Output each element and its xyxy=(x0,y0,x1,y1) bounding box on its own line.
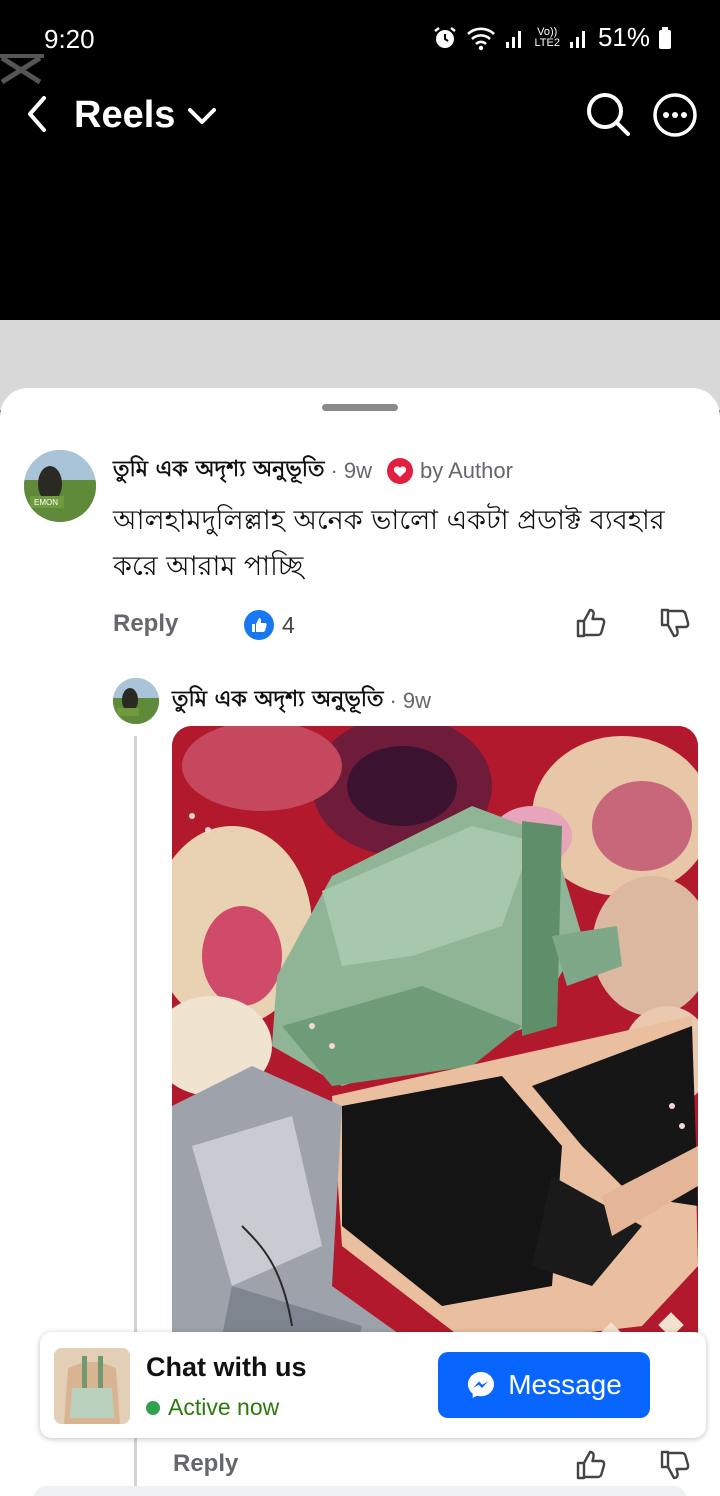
comment-composer-edge[interactable] xyxy=(34,1486,686,1496)
signal-icon xyxy=(506,30,522,48)
status-icons: Vo)) LTE2 51% xyxy=(432,22,672,53)
comments-sheet: EMON তুমি এক অদৃশ্য অনুভূতি · 9w by Auth… xyxy=(0,388,720,1496)
like-reaction-icon xyxy=(244,610,274,640)
author-badge: by Author xyxy=(419,457,513,483)
comment-age: 9w xyxy=(343,457,372,483)
status-bar: 9:20 Vo)) LTE2 51% xyxy=(0,0,720,70)
signal-icon-2 xyxy=(569,30,585,48)
battery-icon xyxy=(659,26,671,49)
chat-thumbnail xyxy=(54,1348,130,1424)
reply-header: তুমি এক অদৃশ্য অনুভূতি · 9w xyxy=(172,682,431,719)
reply-age: 9w xyxy=(402,687,431,713)
like-count: 4 xyxy=(282,611,295,638)
alarm-icon xyxy=(434,26,457,48)
thumbs-down-icon-2[interactable] xyxy=(658,1448,692,1482)
comment-separator: · xyxy=(330,457,338,483)
network-type-icon: Vo)) LTE2 xyxy=(534,25,560,49)
message-button[interactable]: Message xyxy=(438,1352,650,1418)
thumbs-down-icon[interactable] xyxy=(658,606,692,640)
comment-avatar[interactable]: EMON xyxy=(24,450,96,522)
reaction-summary[interactable]: 4 xyxy=(244,610,295,640)
reply-avatar[interactable] xyxy=(113,678,159,724)
reply-photo[interactable] xyxy=(172,726,698,1422)
chevron-down-icon xyxy=(188,107,217,124)
back-arrow-icon[interactable] xyxy=(22,92,52,136)
comment-text: আলহামদুলিল্লাহ অনেক ভালো একটা প্রডাক্ট ব… xyxy=(113,505,665,582)
sheet-drag-handle[interactable] xyxy=(322,404,398,411)
status-time: 9:20 xyxy=(44,24,95,54)
reply-author[interactable]: তুমি এক অদৃশ্য অনুভূতি xyxy=(172,682,384,719)
messenger-icon xyxy=(468,1372,495,1398)
wifi-icon xyxy=(467,27,496,50)
thumbs-up-icon[interactable] xyxy=(574,606,608,640)
active-dot-icon xyxy=(146,1400,160,1415)
comment-header: তুমি এক অদৃশ্য অনুভূতি · 9w by Author xyxy=(113,452,513,489)
chat-status-text: Active now xyxy=(168,1394,280,1420)
comment-author[interactable]: তুমি এক অদৃশ্য অনুভূতি xyxy=(113,452,325,489)
battery-percent: 51% xyxy=(597,22,650,52)
page-title: Reels xyxy=(74,94,176,136)
top-bar: Reels xyxy=(0,72,720,162)
reply-separator: · xyxy=(389,687,397,713)
avatar-caption: EMON xyxy=(34,498,58,507)
chat-title: Chat with us xyxy=(146,1352,307,1382)
chat-status: Active now xyxy=(146,1394,279,1421)
reply-button-2[interactable]: Reply xyxy=(173,1450,238,1478)
message-button-label: Message xyxy=(508,1369,622,1400)
reels-title-dropdown[interactable]: Reels xyxy=(74,94,219,137)
heart-badge-icon xyxy=(386,457,413,484)
more-options-icon[interactable] xyxy=(652,92,698,138)
chat-with-us-card[interactable]: Chat with us Active now Message xyxy=(40,1332,706,1438)
reply-button[interactable]: Reply xyxy=(113,610,178,638)
search-icon[interactable] xyxy=(584,90,632,138)
thumbs-up-icon-2[interactable] xyxy=(574,1448,608,1482)
